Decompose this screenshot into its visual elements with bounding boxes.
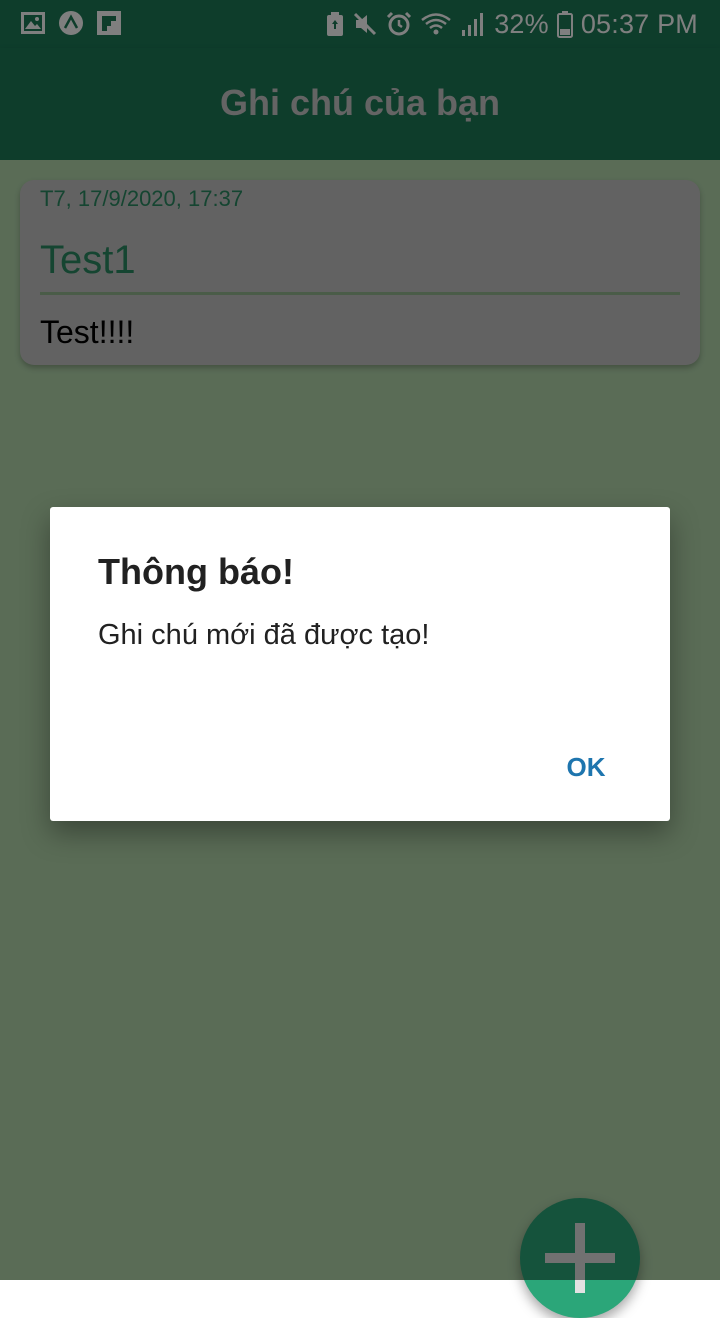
dialog-message: Ghi chú mới đã được tạo! bbox=[98, 619, 430, 651]
dialog-title: Thông báo! bbox=[98, 551, 294, 592]
ok-button[interactable]: OK bbox=[550, 739, 622, 795]
alert-dialog: Thông báo! Ghi chú mới đã được tạo! OK bbox=[50, 507, 670, 821]
